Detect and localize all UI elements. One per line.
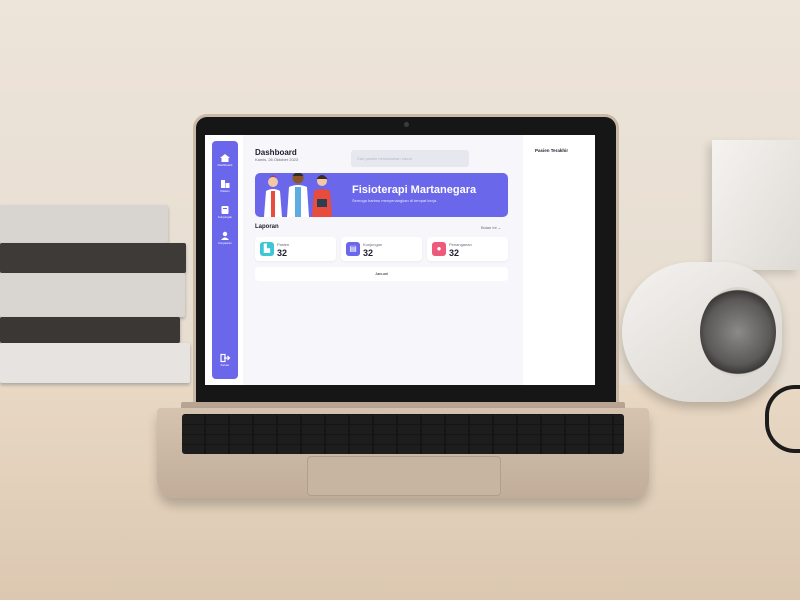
webcam: [404, 122, 409, 127]
sidebar-item-label: Dashboard: [217, 163, 233, 167]
recent-patients-title: Pasien Terakhir: [535, 148, 569, 153]
period-filter-label: Bulan Ini: [481, 225, 497, 230]
trackpad: [307, 456, 501, 496]
stat-label: Kunjungan: [363, 242, 383, 247]
sidebar-item-pasien[interactable]: Pasien: [212, 179, 238, 193]
stat-label: Penanganan: [449, 242, 472, 247]
book-stack: [0, 195, 190, 390]
stat-card-penanganan: ● Penanganan 32: [427, 237, 508, 261]
sidebar-item-dashboard[interactable]: Dashboard: [212, 153, 238, 167]
page-date: Kamis, 26 Oktober 2023: [255, 157, 299, 162]
book: [0, 205, 168, 243]
sidebar: Dashboard Pasien Kunjungan Karyawan Kelu…: [212, 141, 238, 379]
banner-subtitle: Semoga harimu menyenangkan di tempat ker…: [352, 198, 438, 203]
sidebar-item-label: Karyawan: [218, 241, 232, 245]
speaker: [622, 262, 782, 402]
report-title: Laporan: [255, 224, 279, 230]
book: [0, 343, 190, 383]
stat-value: 32: [363, 248, 374, 258]
stat-card-kunjungan: ▤ Kunjungan 32: [341, 237, 422, 261]
speaker-grill: [700, 287, 776, 377]
laptop-screen: Dashboard Pasien Kunjungan Karyawan Kelu…: [205, 135, 595, 385]
stat-value: 32: [277, 248, 288, 258]
sidebar-item-label: Kunjungan: [217, 215, 233, 219]
keyboard: [182, 414, 624, 454]
period-filter[interactable]: Bulan Ini ⌄: [481, 225, 501, 230]
welcome-banner: Fisioterapi Martanegara Semoga harimu me…: [255, 173, 508, 217]
employee-icon: [221, 231, 229, 240]
doctors-illustration: [264, 173, 332, 217]
sidebar-item-kunjungan[interactable]: Kunjungan: [212, 205, 238, 219]
stat-card-pasien: ▙ Pasien 32: [255, 237, 336, 261]
book: [0, 243, 186, 273]
patient-icon: [221, 180, 230, 188]
main-content: Dashboard Kamis, 26 Oktober 2023 Cari pa…: [243, 135, 523, 385]
clipboard-icon: ▤: [346, 242, 360, 256]
page-title: Dashboard: [255, 148, 297, 157]
building-icon: ▙: [260, 242, 274, 256]
person-icon: ●: [432, 242, 446, 256]
home-icon: [220, 154, 230, 162]
laptop-base: [157, 408, 649, 498]
book: [0, 273, 185, 317]
sidebar-item-karyawan[interactable]: Karyawan: [212, 231, 238, 245]
stat-label: Pasien: [277, 242, 290, 247]
month-row[interactable]: Januari: [255, 267, 508, 281]
visit-icon: [221, 206, 229, 214]
chevron-down-icon: ⌄: [497, 225, 502, 230]
logout-button[interactable]: Keluar: [212, 353, 238, 367]
logout-label: Keluar: [220, 363, 230, 367]
sidebar-item-label: Pasien: [220, 189, 230, 193]
book: [0, 317, 180, 343]
recent-patients-panel: Pasien Terakhir: [523, 135, 595, 385]
search-input[interactable]: [351, 150, 469, 167]
marble-block: [712, 140, 800, 270]
logout-icon: [220, 353, 231, 363]
stat-value: 32: [449, 248, 460, 258]
banner-title: Fisioterapi Martanegara: [352, 184, 477, 196]
